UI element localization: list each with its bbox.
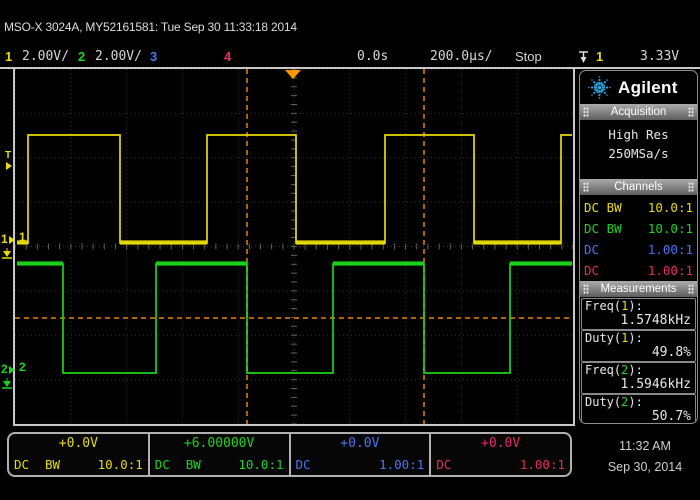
side-panel: Agilent Acquisition High Res 250MSa/s Ch…	[579, 70, 698, 424]
ch1-offset: +0.0V	[9, 436, 148, 451]
grip-icon	[583, 284, 589, 294]
ch1-ground-icon	[1, 246, 13, 264]
trigger-level-marker-arrow[interactable]	[6, 162, 12, 170]
ch3-offset: +0.0V	[291, 436, 430, 451]
status-ch1-scale[interactable]: 2.00V/	[22, 49, 69, 64]
status-ch4-number[interactable]: 4	[224, 49, 231, 64]
status-ch3-number[interactable]: 3	[150, 49, 157, 64]
acquisition-header-label: Acquisition	[611, 106, 667, 118]
date: Sep 30, 2014	[597, 457, 693, 478]
ch1-coupling: DC BW	[584, 197, 622, 218]
ch4-probe-ratio: 1.00:1	[648, 260, 693, 281]
ch2-offset: +6.00000V	[150, 436, 289, 451]
grip-icon	[688, 284, 694, 294]
waveform-display	[13, 69, 575, 426]
grip-icon	[688, 182, 694, 192]
ch1-ground-marker-label[interactable]: 1	[1, 232, 8, 246]
measurement-freq2: Freq(2): 1.5946kHz	[581, 362, 696, 394]
grip-icon	[583, 182, 589, 192]
grip-icon	[688, 107, 694, 117]
channel-row: DC BW 10.0:1	[584, 218, 693, 239]
measurement-duty2: Duty(2): 50.7%	[581, 394, 696, 424]
channels-info: DC BW 10.0:1 DC BW 10.0:1 DC 1.00:1 DC 1…	[580, 195, 697, 281]
channel-row: DC 1.00:1	[584, 239, 693, 260]
channels-header-label: Channels	[614, 181, 663, 193]
ch4-status-box[interactable]: +0.0V DC 1.00:1	[431, 434, 570, 475]
ch4-coupling: DC	[584, 260, 599, 281]
acquisition-info: High Res 250MSa/s	[580, 120, 697, 179]
status-ch1-number[interactable]: 1	[5, 49, 12, 64]
channels-section-header[interactable]: Channels	[580, 179, 697, 195]
ch1-probe-ratio: 10.0:1	[648, 197, 693, 218]
oscilloscope-screen: MSO-X 3024A, MY52161581: Tue Sep 30 11:3…	[0, 0, 700, 500]
channel-status-bar: +0.0V DC BW 10.0:1 +6.00000V DC BW 10.0:…	[7, 432, 572, 477]
ch3-status-box[interactable]: +0.0V DC 1.00:1	[291, 434, 432, 475]
ch1-status-box[interactable]: +0.0V DC BW 10.0:1	[9, 434, 150, 475]
ch1-ground-marker-arrow[interactable]	[9, 236, 15, 244]
clock: 11:32 AM Sep 30, 2014	[597, 436, 693, 478]
ch2-ground-marker-label[interactable]: 2	[1, 362, 8, 376]
acquisition-mode: High Res	[580, 125, 697, 144]
status-delay: 0.0s	[357, 49, 388, 64]
trigger-position-marker[interactable]	[285, 70, 301, 79]
measurement-duty1: Duty(1): 49.8%	[581, 330, 696, 362]
time: 11:32 AM	[597, 436, 693, 457]
brand-name: Agilent	[618, 78, 678, 98]
freq1-value: 1.5748kHz	[621, 313, 691, 328]
freq2-value: 1.5946kHz	[621, 377, 691, 392]
trigger-level-marker-label[interactable]: T	[5, 150, 11, 161]
ch2-status-box[interactable]: +6.00000V DC BW 10.0:1	[150, 434, 291, 475]
graticule-svg	[15, 69, 573, 424]
ch4-offset: +0.0V	[431, 436, 570, 451]
status-ch2-scale[interactable]: 2.00V/	[95, 49, 142, 64]
ch2-probe-ratio: 10.0:1	[648, 218, 693, 239]
agilent-logo-icon	[587, 75, 612, 100]
ch2-coupling: DC BW	[584, 218, 622, 239]
duty1-value: 49.8%	[652, 345, 691, 360]
status-trigger-source: 1	[596, 49, 603, 64]
acquisition-section-header[interactable]: Acquisition	[580, 104, 697, 120]
ch1-trace-label: 1	[19, 230, 26, 244]
ch2-ground-marker-arrow[interactable]	[9, 366, 15, 374]
status-timebase: 200.0µs/	[430, 49, 493, 64]
channel-row: DC 1.00:1	[584, 260, 693, 281]
measurements-section-header[interactable]: Measurements	[580, 281, 697, 297]
measurements-header-label: Measurements	[600, 283, 676, 295]
duty2-value: 50.7%	[652, 409, 691, 424]
ch2-ground-icon	[1, 376, 13, 394]
measurements-list: Freq(1): 1.5748kHz Duty(1): 49.8% Freq(2…	[580, 297, 697, 424]
instrument-title: MSO-X 3024A, MY52161581: Tue Sep 30 11:3…	[4, 20, 297, 34]
status-trigger-level: 3.33V	[640, 49, 679, 64]
sample-rate: 250MSa/s	[580, 144, 697, 163]
ch3-probe-ratio: 1.00:1	[648, 239, 693, 260]
measurement-freq1: Freq(1): 1.5748kHz	[581, 298, 696, 330]
channel-row: DC BW 10.0:1	[584, 197, 693, 218]
grip-icon	[583, 107, 589, 117]
brand-row: Agilent	[580, 71, 697, 104]
status-run-state: Stop	[515, 49, 542, 64]
status-ch2-number[interactable]: 2	[78, 49, 85, 64]
ch3-coupling: DC	[584, 239, 599, 260]
ch2-trace-label: 2	[19, 360, 26, 374]
